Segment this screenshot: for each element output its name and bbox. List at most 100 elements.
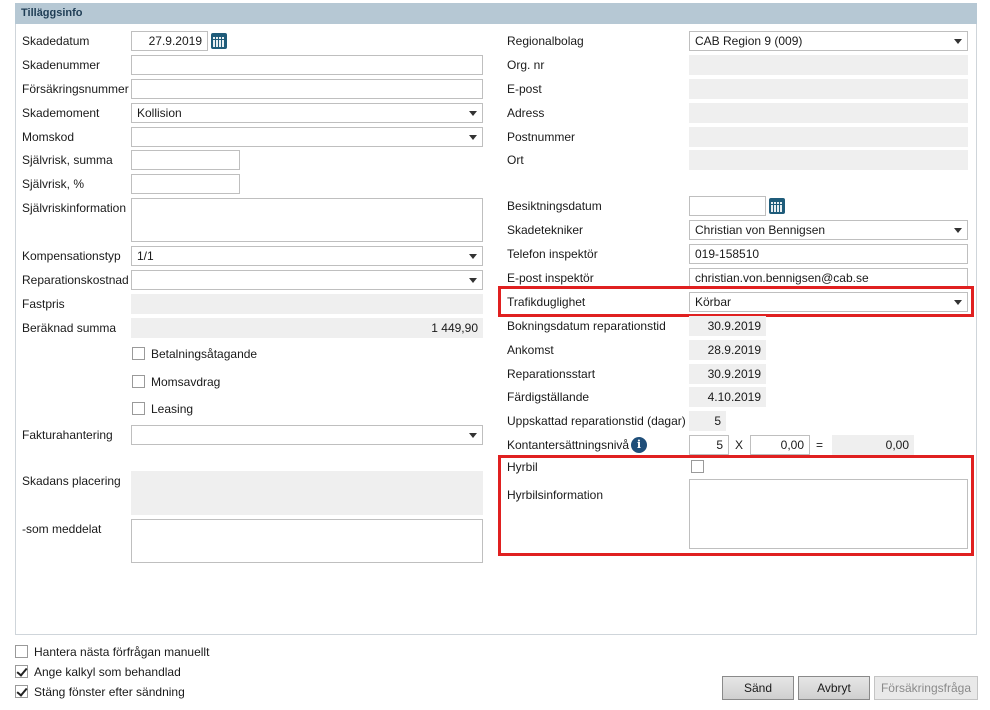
skadans-placering-label: Skadans placering [22, 474, 121, 488]
hantera-manuellt-label: Hantera nästa förfrågan manuellt [34, 645, 210, 659]
sjalvrisk-summa-label: Självrisk, summa [22, 153, 113, 167]
epost-label: E-post [507, 82, 542, 96]
skademoment-label: Skademoment [22, 106, 100, 120]
som-meddelat-label: -som meddelat [22, 522, 102, 536]
leasing-checkbox[interactable] [132, 402, 145, 415]
trafikduglighet-select[interactable]: Körbar [689, 292, 968, 312]
skadetekniker-select[interactable]: Christian von Bennigsen [689, 220, 968, 240]
adress-value [689, 103, 968, 123]
chevron-down-icon [469, 111, 477, 116]
regionalbolag-select[interactable]: CAB Region 9 (009) [689, 31, 968, 51]
equals-sign: = [816, 438, 824, 452]
fastpris-value [131, 294, 483, 314]
epost-value [689, 79, 968, 99]
uppskattad-reparationstid-label: Uppskattad reparationstid (dagar) [507, 414, 686, 428]
som-meddelat-textarea[interactable] [131, 519, 483, 563]
skadedatum-label: Skadedatum [22, 34, 90, 48]
hyrbilsinformation-textarea[interactable] [689, 479, 968, 549]
telefon-inspektor-input[interactable]: 019-158510 [689, 244, 968, 264]
fardigstallande-label: Färdigställande [507, 390, 590, 404]
momskod-select[interactable] [131, 127, 483, 147]
org-nr-label: Org. nr [507, 58, 545, 72]
fardigstallande-value: 4.10.2019 [689, 387, 766, 407]
beraknad-summa-label: Beräknad summa [22, 321, 117, 335]
stang-fonster-checkbox[interactable] [15, 685, 28, 698]
ort-value [689, 150, 968, 170]
trafikduglighet-value: Körbar [695, 295, 732, 309]
skademoment-select[interactable]: Kollision [131, 103, 483, 123]
kompensationstyp-select[interactable]: 1/1 [131, 246, 483, 266]
fakturahantering-label: Fakturahantering [22, 428, 113, 442]
info-icon[interactable]: i [631, 437, 647, 453]
ort-label: Ort [507, 153, 524, 167]
besiktningsdatum-input[interactable] [689, 196, 766, 216]
epost-inspektor-label: E-post inspektör [507, 271, 594, 285]
kontantersattning-amount-input[interactable]: 0,00 [750, 435, 810, 455]
sjalvrisk-summa-input[interactable] [131, 150, 240, 170]
kontantersattning-factor-input[interactable]: 5 [689, 435, 729, 455]
skadenummer-label: Skadenummer [22, 58, 101, 72]
calendar-icon[interactable] [769, 198, 785, 214]
trafikduglighet-label: Trafikduglighet [507, 295, 586, 309]
forsakringsnummer-label: Försäkringsnummer [22, 82, 129, 96]
kontantersattningsniva-label: Kontantersättningsnivå [507, 438, 630, 452]
momsavdrag-label: Momsavdrag [151, 375, 221, 389]
chevron-down-icon [469, 254, 477, 259]
multiply-sign: X [735, 438, 744, 452]
sjalvrisk-pct-input[interactable] [131, 174, 240, 194]
reparationsstart-value: 30.9.2019 [689, 364, 766, 384]
kompensationstyp-label: Kompensationstyp [22, 249, 121, 263]
epost-inspektor-input[interactable]: christian.von.bennigsen@cab.se [689, 268, 968, 288]
skadetekniker-value: Christian von Bennigsen [695, 223, 826, 237]
besiktningsdatum-label: Besiktningsdatum [507, 199, 602, 213]
uppskattad-reparationstid-value: 5 [689, 411, 726, 431]
reparationsstart-label: Reparationsstart [507, 367, 596, 381]
cancel-button[interactable]: Avbryt [798, 676, 870, 700]
ankomst-value: 28.9.2019 [689, 340, 766, 360]
fakturahantering-select[interactable] [131, 425, 483, 445]
skadans-placering-field [131, 471, 483, 515]
telefon-inspektor-label: Telefon inspektör [507, 247, 598, 261]
reparationskostnad-label: Reparationskostnad [22, 273, 129, 287]
hyrbilsinformation-label: Hyrbilsinformation [507, 488, 604, 502]
forsakringsnummer-input[interactable] [131, 79, 483, 99]
ange-kalkyl-label: Ange kalkyl som behandlad [34, 665, 181, 679]
hantera-manuellt-checkbox[interactable] [15, 645, 28, 658]
postnummer-label: Postnummer [507, 130, 576, 144]
bokningsdatum-label: Bokningsdatum reparationstid [507, 319, 666, 333]
bokningsdatum-value: 30.9.2019 [689, 316, 766, 336]
ange-kalkyl-checkbox[interactable] [15, 665, 28, 678]
momskod-label: Momskod [22, 130, 75, 144]
leasing-label: Leasing [151, 402, 194, 416]
ankomst-label: Ankomst [507, 343, 554, 357]
skademoment-value: Kollision [137, 106, 182, 120]
chevron-down-icon [469, 135, 477, 140]
chevron-down-icon [954, 300, 962, 305]
skadedatum-input[interactable]: 27.9.2019 [131, 31, 208, 51]
betalningsatagande-checkbox[interactable] [132, 347, 145, 360]
chevron-down-icon [469, 278, 477, 283]
sjalvriskinformation-label: Självriskinformation [22, 201, 127, 215]
fastpris-label: Fastpris [22, 297, 65, 311]
chevron-down-icon [469, 433, 477, 438]
insurance-query-button[interactable]: Försäkringsfråga [874, 676, 978, 700]
momsavdrag-checkbox[interactable] [132, 375, 145, 388]
sjalvriskinformation-textarea[interactable] [131, 198, 483, 242]
kompensationstyp-value: 1/1 [137, 249, 154, 263]
adress-label: Adress [507, 106, 545, 120]
postnummer-value [689, 127, 968, 147]
chevron-down-icon [954, 228, 962, 233]
send-button[interactable]: Sänd [722, 676, 794, 700]
kontantersattning-result: 0,00 [832, 435, 914, 455]
chevron-down-icon [954, 39, 962, 44]
sjalvrisk-pct-label: Självrisk, % [22, 177, 85, 191]
org-nr-value [689, 55, 968, 75]
skadenummer-input[interactable] [131, 55, 483, 75]
calendar-icon[interactable] [211, 33, 227, 49]
regionalbolag-label: Regionalbolag [507, 34, 584, 48]
reparationskostnad-select[interactable] [131, 270, 483, 290]
beraknad-summa-value: 1 449,90 [131, 318, 483, 338]
hyrbil-checkbox[interactable] [691, 460, 704, 473]
panel-title: Tilläggsinfo [15, 3, 977, 24]
hyrbil-label: Hyrbil [507, 460, 538, 474]
